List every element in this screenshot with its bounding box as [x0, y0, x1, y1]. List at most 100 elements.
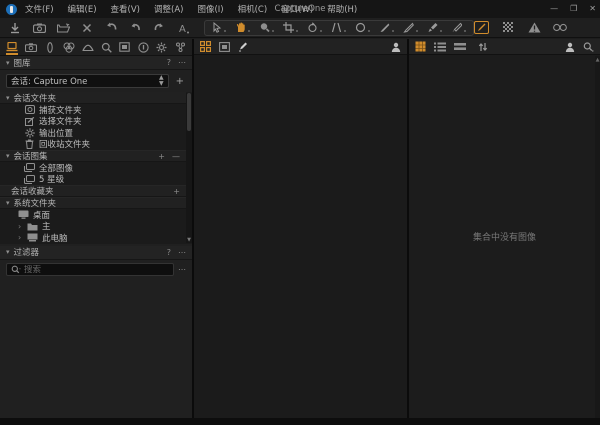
- annotate-pen-icon[interactable]: [238, 42, 247, 52]
- tree-item-five-stars[interactable]: 5 星级: [0, 174, 186, 186]
- tree-item-all-images[interactable]: 全部图像: [0, 162, 186, 174]
- grid-view-icon[interactable]: [200, 41, 211, 52]
- library-header[interactable]: ▾ 图库 ? ⋯: [0, 56, 192, 70]
- more-icon[interactable]: ⋯: [178, 58, 186, 67]
- search-row: ⋯: [0, 260, 192, 280]
- menu-image[interactable]: 图像(I): [197, 3, 223, 15]
- expand-arrow-icon[interactable]: ›: [18, 233, 23, 242]
- heal-tool[interactable]: [451, 22, 466, 33]
- browser-toolbar: [409, 39, 600, 55]
- spinner-icon[interactable]: ▲▼: [159, 75, 164, 87]
- menu-edit[interactable]: 编辑(E): [68, 3, 97, 15]
- annotate-icon[interactable]: A: [176, 21, 190, 35]
- erase-mask-tool[interactable]: [403, 22, 418, 33]
- section-session-folders[interactable]: ▾ 会话文件夹: [0, 92, 186, 104]
- tree-item-capture-folder[interactable]: 捕获文件夹: [0, 104, 186, 116]
- help-icon[interactable]: ?: [167, 58, 171, 67]
- loupe-tool[interactable]: [259, 22, 274, 33]
- rotate-tool[interactable]: [307, 22, 322, 33]
- metadata-tab[interactable]: [138, 40, 150, 55]
- select-tool[interactable]: [212, 22, 226, 33]
- draw-mask-tool[interactable]: [379, 22, 394, 33]
- mesh-icon[interactable]: [501, 21, 515, 35]
- browser-scrollbar[interactable]: ▲: [595, 56, 600, 418]
- desktop-icon: [18, 210, 29, 220]
- composition-tab[interactable]: [119, 40, 131, 55]
- list-view-icon[interactable]: [434, 42, 446, 52]
- minimize-button[interactable]: —: [550, 4, 558, 14]
- search-more-icon[interactable]: ⋯: [174, 265, 186, 274]
- remove-album-button[interactable]: —: [172, 152, 180, 161]
- browser-area[interactable]: 集合中没有图像: [409, 55, 600, 418]
- menu-camera[interactable]: 相机(C): [238, 3, 268, 15]
- search-input[interactable]: [24, 265, 169, 275]
- output-tab[interactable]: [175, 40, 187, 55]
- menu-help[interactable]: 帮助(H): [327, 3, 357, 15]
- edit-toggle-icon[interactable]: [474, 21, 489, 34]
- filters-header[interactable]: ▾ 过滤器 ? ⋯: [0, 246, 192, 260]
- menu-view[interactable]: 查看(V): [111, 3, 140, 15]
- section-system-folders[interactable]: ▾ 系统文件夹: [0, 197, 186, 209]
- maximize-button[interactable]: ❐: [570, 4, 577, 14]
- captureone-window: 文件(F) 编辑(E) 查看(V) 调整(A) 图像(I) 相机(C) 窗口(W…: [0, 0, 600, 425]
- search-box[interactable]: [6, 263, 174, 276]
- album-icon: [24, 163, 35, 173]
- open-folder-icon[interactable]: [56, 21, 70, 35]
- warning-icon[interactable]: [527, 21, 541, 35]
- session-selector-row: 会话: Capture One ▲▼ +: [0, 70, 192, 92]
- section-session-albums[interactable]: ▾ 会话图集 + —: [0, 150, 186, 162]
- scrollbar-thumb[interactable]: [187, 93, 191, 131]
- library-panel: ▾ 图库 ? ⋯ 会话: Capture One ▲▼ + ▾ 会话文件夹: [0, 39, 192, 418]
- menu-adjust[interactable]: 调整(A): [154, 3, 183, 15]
- tree-scrollbar[interactable]: ▼: [186, 93, 192, 243]
- crop-tool[interactable]: [283, 22, 298, 33]
- more-icon[interactable]: ⋯: [178, 248, 186, 257]
- selects-folder-icon: [24, 116, 35, 126]
- close-button[interactable]: ✕: [589, 4, 596, 14]
- pan-tool[interactable]: [235, 22, 250, 33]
- adjustments-tab[interactable]: [156, 40, 168, 55]
- tether-tab[interactable]: [44, 40, 56, 55]
- tree-item-trash-folder[interactable]: 回收站文件夹: [0, 139, 186, 151]
- tree-item-this-pc[interactable]: › 此电脑: [0, 232, 186, 244]
- add-collection-button[interactable]: +: [174, 76, 186, 87]
- proof-glasses-icon[interactable]: [553, 21, 567, 35]
- menu-file[interactable]: 文件(F): [25, 3, 54, 15]
- menu-window[interactable]: 窗口(W): [281, 3, 313, 15]
- import-icon[interactable]: [8, 21, 22, 35]
- library-tab[interactable]: [6, 40, 18, 55]
- add-album-button[interactable]: +: [158, 152, 165, 161]
- scroll-down-arrow-icon[interactable]: ▼: [186, 237, 192, 243]
- capture-icon[interactable]: [32, 21, 46, 35]
- keystone-tool[interactable]: [331, 22, 346, 33]
- captureone-logo-icon[interactable]: [6, 4, 17, 15]
- section-session-favorites[interactable]: 会话收藏夹 +: [0, 185, 186, 197]
- color-tab[interactable]: [63, 40, 75, 55]
- spot-tool[interactable]: [355, 22, 370, 33]
- proof-view-icon[interactable]: [219, 42, 230, 52]
- redo-icon[interactable]: [152, 21, 166, 35]
- tree-item-output-location[interactable]: 输出位置: [0, 127, 186, 139]
- thumbnail-grid-icon[interactable]: [415, 41, 426, 52]
- search-icon[interactable]: [583, 42, 594, 52]
- capture-tab[interactable]: [25, 40, 37, 55]
- viewer-area[interactable]: [194, 55, 407, 418]
- face-icon[interactable]: [565, 42, 575, 52]
- face-icon[interactable]: [391, 42, 401, 52]
- add-favorite-button[interactable]: +: [173, 187, 180, 196]
- tree-item-home[interactable]: › 主: [0, 221, 186, 233]
- lens-tab[interactable]: [82, 40, 94, 55]
- details-tab[interactable]: [101, 40, 113, 55]
- compact-view-icon[interactable]: [454, 42, 466, 51]
- undo-alt-icon[interactable]: [128, 21, 142, 35]
- sort-icon[interactable]: [478, 42, 488, 52]
- undo-icon[interactable]: [104, 21, 118, 35]
- help-icon[interactable]: ?: [167, 248, 171, 257]
- tree-item-selects-folder[interactable]: 选择文件夹: [0, 116, 186, 128]
- gradient-mask-tool[interactable]: [427, 22, 442, 33]
- tree-item-desktop[interactable]: 桌面: [0, 209, 186, 221]
- expand-arrow-icon[interactable]: ›: [18, 222, 23, 231]
- session-dropdown[interactable]: 会话: Capture One ▲▼: [6, 74, 169, 88]
- scroll-up-arrow-icon[interactable]: ▲: [595, 57, 600, 63]
- delete-icon[interactable]: [80, 21, 94, 35]
